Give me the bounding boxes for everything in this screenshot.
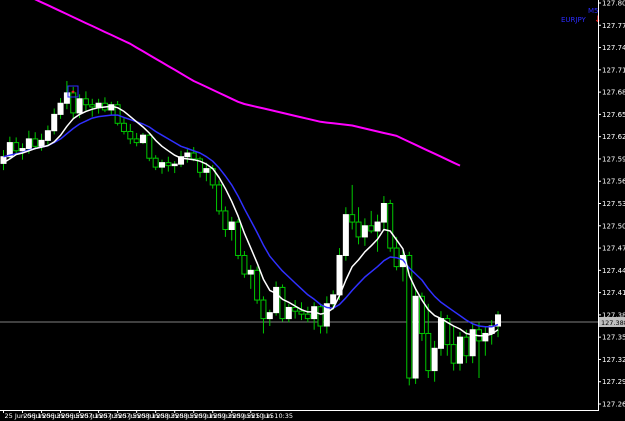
- candle-body-bear: [133, 138, 140, 144]
- y-tick-label: 127.745: [602, 44, 625, 52]
- y-tick-label: 127.655: [602, 111, 625, 119]
- candle-body-bull: [184, 152, 191, 158]
- candle-body-bull: [285, 306, 292, 320]
- candle-body-bull: [228, 221, 235, 230]
- candle-body-bull: [374, 221, 381, 232]
- y-tick-label: 127.325: [602, 356, 625, 364]
- candle-body-bull: [380, 203, 387, 223]
- candle-body-bear: [463, 336, 470, 357]
- y-tick-label: 127.475: [602, 245, 625, 253]
- y-tick-label: 127.415: [602, 289, 625, 297]
- y-tick-label: 127.355: [602, 334, 625, 342]
- y-tick-label: 127.565: [602, 178, 625, 186]
- candle-body-bear: [355, 221, 362, 238]
- candle-body-bull: [63, 92, 70, 104]
- candle-body-bull: [38, 139, 45, 147]
- candle-body-bull: [456, 336, 463, 364]
- candle-body-bear: [13, 142, 20, 152]
- symbol-label: EURJPY: [561, 16, 587, 24]
- candle-body-bear: [349, 214, 356, 223]
- candle-body-bear: [216, 184, 223, 212]
- y-tick-label: 127.715: [602, 66, 625, 74]
- candle-body-bear: [120, 122, 127, 132]
- candle-body-bear: [298, 310, 305, 315]
- x-tick-label: 25 Jun 10:35: [252, 412, 293, 420]
- candle-body-bull: [342, 214, 349, 256]
- y-tick-label: 127.625: [602, 133, 625, 141]
- candle-body-bull: [159, 162, 165, 168]
- y-tick-label: 127.685: [602, 89, 625, 97]
- y-tick-label: 127.445: [602, 267, 625, 275]
- candle-body-bull: [273, 286, 280, 314]
- candle-body-bear: [152, 157, 159, 168]
- y-tick-label: 127.805: [602, 0, 625, 8]
- chart-background: [0, 0, 625, 421]
- candle-body-bear: [292, 306, 299, 312]
- candle-body-bear: [450, 344, 457, 364]
- candle-body-bear: [368, 225, 375, 232]
- candle-body-bear: [279, 286, 286, 320]
- candle-body-bull: [139, 134, 146, 144]
- candle-body-bull: [19, 148, 26, 152]
- candle-body-bull: [330, 294, 337, 305]
- candle-body-bull: [336, 254, 343, 296]
- candle-body-bear: [165, 162, 172, 167]
- price-chart[interactable]: ✦ M5 EURJPY ↓ 127.805 127.775 127.745 127.7…: [0, 0, 625, 421]
- candle-body-bull: [412, 295, 419, 379]
- candle-body-bull: [203, 168, 210, 173]
- y-tick-label: 127.265: [602, 401, 625, 409]
- candle-body-bear: [190, 152, 197, 160]
- y-tick-label: 127.775: [602, 22, 625, 30]
- y-tick-label: 127.505: [602, 222, 625, 230]
- candle-body-bull: [57, 102, 64, 115]
- candle-body-bear: [89, 104, 96, 108]
- candle-body-bear: [387, 203, 394, 249]
- candle-body-bull: [266, 312, 273, 320]
- candle-body-bull: [51, 113, 58, 132]
- candle-body-bear: [146, 134, 153, 159]
- candle-body-bear: [425, 332, 432, 372]
- red-down-arrow-icon: ↓: [594, 15, 602, 25]
- candle-body-bull: [95, 102, 102, 108]
- candle-body-bull: [431, 347, 438, 372]
- y-tick-label: 127.595: [602, 155, 625, 163]
- candle-body-bear: [241, 254, 248, 275]
- candle-body-bull: [44, 130, 51, 141]
- candle-body-bear: [82, 98, 89, 106]
- candle-body-bull: [76, 98, 83, 114]
- candle-body-bull: [361, 225, 368, 238]
- candle-body-bear: [317, 306, 324, 327]
- candle-body-bear: [127, 130, 134, 140]
- candle-body-bull: [247, 269, 254, 275]
- y-tick-label: 127.535: [602, 200, 625, 208]
- signal-marker-glyph: ✦: [70, 89, 75, 96]
- candle-body-bull: [437, 318, 444, 349]
- candle-body-bear: [235, 221, 242, 256]
- candle-body-bull: [469, 329, 476, 357]
- candle-body-bull: [171, 163, 178, 167]
- candle-body-bear: [32, 138, 39, 147]
- y-tick-label: 127.295: [602, 378, 625, 386]
- candle-body-bear: [260, 299, 267, 320]
- timeframe-label: M5: [588, 7, 599, 15]
- candle-body-bear: [254, 269, 261, 301]
- candle-body-bear: [304, 313, 311, 320]
- current-price-tag-label: 127.388: [601, 319, 625, 327]
- candle-body-bear: [222, 210, 229, 230]
- candle-body-bull: [25, 138, 32, 150]
